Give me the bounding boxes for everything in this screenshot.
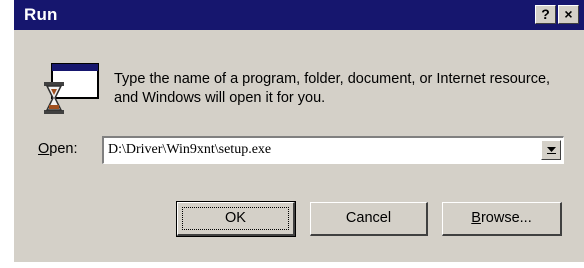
open-combobox[interactable]: D:\Driver\Win9xnt\setup.exe bbox=[102, 136, 564, 164]
run-icon bbox=[42, 60, 102, 116]
run-dialog: Run ? × Type the name of a program, fold… bbox=[14, 0, 584, 262]
open-label-rest: pen: bbox=[49, 141, 78, 157]
ok-button[interactable]: OK bbox=[176, 201, 296, 237]
cancel-button[interactable]: Cancel bbox=[310, 202, 428, 236]
browse-label-mnemonic: B bbox=[471, 210, 481, 226]
open-label: Open: bbox=[38, 141, 78, 157]
open-input[interactable]: D:\Driver\Win9xnt\setup.exe bbox=[108, 142, 271, 158]
window-title: Run bbox=[24, 5, 58, 24]
instruction-text: Type the name of a program, folder, docu… bbox=[114, 71, 551, 106]
help-button[interactable]: ? bbox=[535, 5, 556, 24]
cancel-label: Cancel bbox=[345, 210, 392, 226]
browse-label-rest: rowse... bbox=[480, 210, 532, 226]
browse-button[interactable]: Browse... bbox=[442, 202, 562, 236]
title-bar[interactable]: Run ? × bbox=[14, 0, 584, 30]
focus-rect bbox=[182, 207, 289, 230]
chevron-down-icon bbox=[547, 147, 556, 154]
open-label-mnemonic: O bbox=[38, 141, 50, 157]
close-button[interactable]: × bbox=[558, 5, 579, 24]
dropdown-button[interactable] bbox=[541, 140, 561, 160]
